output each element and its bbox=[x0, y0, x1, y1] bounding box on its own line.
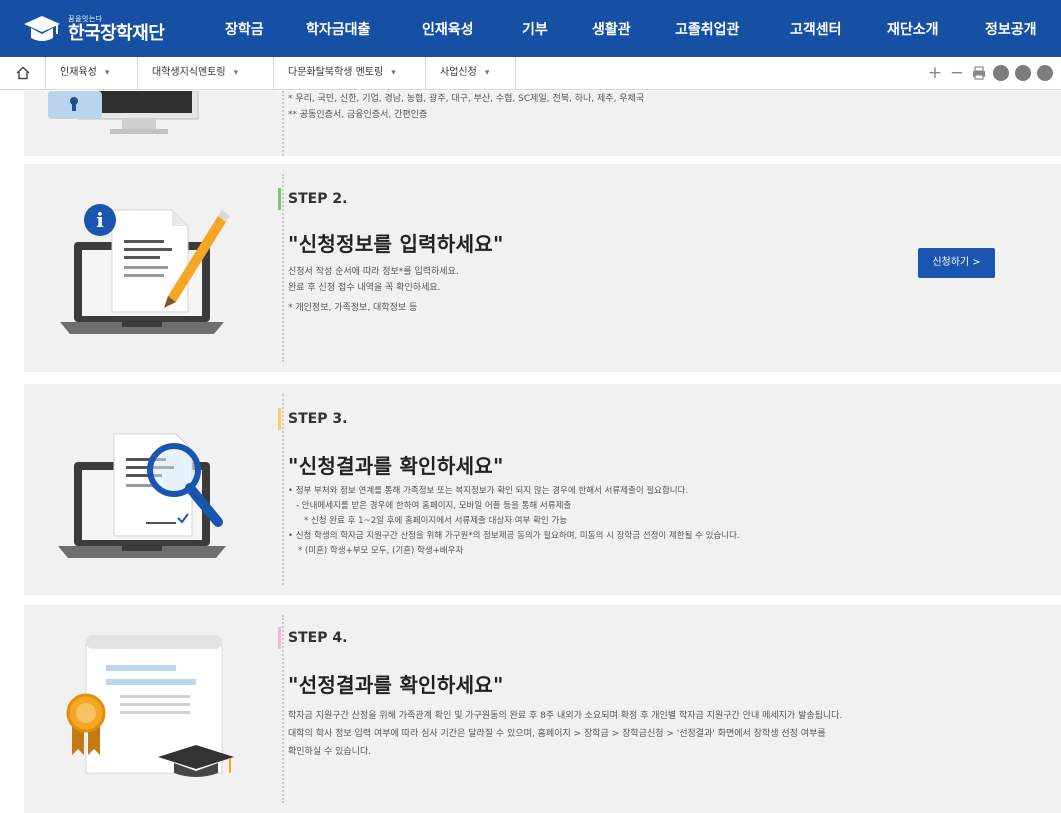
step4-accent-bar bbox=[278, 627, 281, 649]
step4-title: "선정결과를 확인하세요" bbox=[288, 673, 504, 697]
blog-share-icon[interactable] bbox=[1037, 65, 1053, 81]
nav-item-dormitory[interactable]: 생활관 bbox=[592, 0, 631, 57]
step2-title: "신청정보를 입력하세요" bbox=[288, 232, 504, 256]
step1-certificate-illustration bbox=[48, 90, 218, 140]
twitter-share-icon[interactable] bbox=[1015, 65, 1031, 81]
nav-item-donation[interactable]: 기부 bbox=[522, 0, 548, 57]
step3-accent-bar bbox=[278, 408, 281, 430]
chevron-down-icon: ▾ bbox=[484, 68, 490, 78]
breadcrumb-item-apply[interactable]: 사업신청 ▾ bbox=[426, 57, 516, 89]
step4-description: 학자금 지원구간 산정을 위해 가족관계 확인 및 가구원동의 완료 후 8주 … bbox=[288, 711, 843, 757]
facebook-share-icon[interactable] bbox=[993, 65, 1009, 81]
nav-item-student-loan[interactable]: 학자금대출 bbox=[306, 0, 370, 57]
nav-item-disclosure[interactable]: 정보공개 bbox=[985, 0, 1037, 57]
step2-accent-bar bbox=[278, 188, 281, 210]
step3-title: "신청결과를 확인하세요" bbox=[288, 454, 504, 478]
step4-panel: STEP 4. "선정결과를 확인하세요" 학자금 지원구간 산정을 위해 가족… bbox=[24, 605, 1061, 813]
step2-label: STEP 2. bbox=[278, 188, 347, 210]
step3-description: • 정부 부처와 정보 연계를 통해 가족정보 또는 복지정보가 확인 되지 않… bbox=[288, 486, 740, 556]
svg-text:i: i bbox=[96, 208, 104, 232]
apply-button[interactable]: 신청하기 > bbox=[918, 248, 995, 278]
nav-item-talent[interactable]: 인재육성 bbox=[422, 0, 474, 57]
home-icon bbox=[16, 66, 29, 80]
chevron-down-icon: ▾ bbox=[233, 68, 239, 78]
nav-item-job[interactable]: 고졸취업관 bbox=[675, 0, 739, 57]
certificate-scroll-illustration bbox=[58, 635, 238, 789]
home-button[interactable] bbox=[0, 57, 46, 89]
step-divider bbox=[282, 91, 284, 156]
chevron-down-icon: ▾ bbox=[391, 68, 396, 78]
print-icon[interactable] bbox=[971, 65, 987, 81]
step2-panel: i STEP 2. "신청정보를 입력하세요" 신청서 작성 순서에 따라 정보… bbox=[24, 164, 1061, 372]
nav-item-scholarship[interactable]: 장학금 bbox=[225, 0, 264, 57]
step1-description: * 우리, 국민, 신한, 기업, 경남, 농협, 광주, 대구, 부산, 수협… bbox=[288, 94, 645, 120]
laptop-document-magnifier-illustration bbox=[58, 414, 238, 578]
laptop-document-pencil-illustration: i bbox=[60, 188, 240, 342]
breadcrumb-item-multicultural[interactable]: 다문화탈북학생 멘토링 ▾ bbox=[274, 57, 426, 89]
top-navigation-bar: 꿈을잇는다 한국장학재단 장학금 학자금대출 인재육성 기부 생활관 고졸취업관… bbox=[0, 0, 1061, 57]
step1-panel: * 우리, 국민, 신한, 기업, 경남, 농협, 광주, 대구, 부산, 수협… bbox=[24, 90, 1061, 156]
breadcrumb: 인재육성 ▾ 대학생지식멘토링 ▾ 다문화탈북학생 멘토링 ▾ 사업신청 ▾ + − bbox=[0, 57, 1061, 90]
step3-label: STEP 3. bbox=[278, 408, 347, 430]
breadcrumb-item-talent[interactable]: 인재육성 ▾ bbox=[46, 57, 138, 89]
step4-label: STEP 4. bbox=[278, 627, 347, 649]
breadcrumb-item-mentoring[interactable]: 대학생지식멘토링 ▾ bbox=[138, 57, 274, 89]
zoom-in-icon[interactable]: + bbox=[927, 65, 943, 82]
nav-item-customer-center[interactable]: 고객센터 bbox=[790, 0, 842, 57]
chevron-down-icon: ▾ bbox=[104, 68, 110, 78]
main-menu: 장학금 학자금대출 인재육성 기부 생활관 고졸취업관 고객센터 재단소개 정보… bbox=[0, 0, 1061, 57]
step3-panel: STEP 3. "신청결과를 확인하세요" • 정부 부처와 정보 연계를 통해… bbox=[24, 384, 1061, 595]
page-tools: + − bbox=[927, 57, 1053, 89]
nav-item-about[interactable]: 재단소개 bbox=[887, 0, 939, 57]
zoom-out-icon[interactable]: − bbox=[949, 65, 965, 82]
step2-description: 신청서 작성 순서에 따라 정보*를 입력하세요. 완료 후 신청 접수 내역을… bbox=[288, 267, 459, 313]
